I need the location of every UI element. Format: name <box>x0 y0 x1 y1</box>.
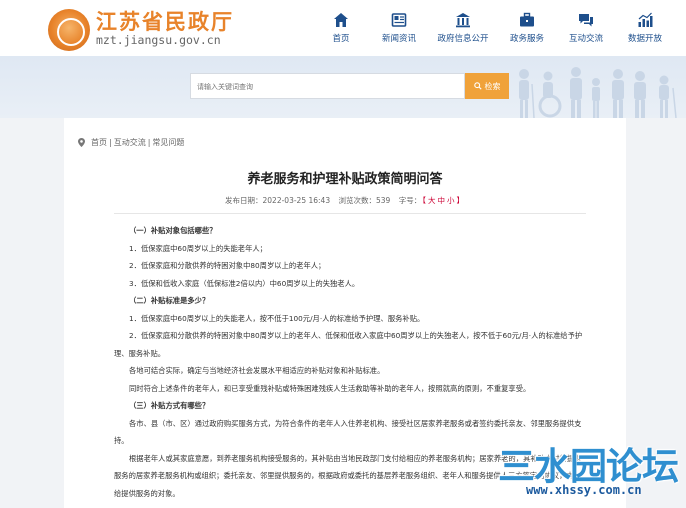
title-divider <box>114 213 586 214</box>
font-size-large[interactable]: 大 <box>428 196 436 205</box>
article-section-heading: （一）补贴对象包括哪些？ <box>129 226 217 235</box>
font-size-bracket-open: 【 <box>422 196 426 205</box>
watermark-text: 三水园论坛 <box>498 445 679 488</box>
font-size-options: 【大中小】 <box>421 196 465 205</box>
breadcrumb-faq[interactable]: 常见问题 <box>152 137 184 148</box>
bar-chart-icon <box>638 12 653 27</box>
nav-item-gov-service[interactable]: 政务服务 <box>504 12 550 44</box>
article-paragraph: 1．低保家庭中60周岁以上的失能老年人； <box>129 243 267 253</box>
article-section-heading: （二）补贴标准是多少？ <box>129 296 210 305</box>
site-domain: mzt.jiangsu.gov.cn <box>96 33 221 47</box>
nav-item-home[interactable]: 首页 <box>318 12 364 44</box>
main-nav: 首页 新闻资讯 政府信息公开 政务服务 互动交流 数据开放 <box>318 12 668 44</box>
font-size-medium[interactable]: 中 <box>437 196 445 205</box>
publish-date-value: 2022-03-25 16:43 <box>262 196 331 205</box>
breadcrumb-interaction[interactable]: 互动交流 <box>114 137 146 148</box>
search-box <box>190 73 465 99</box>
nav-label: 数据开放 <box>627 34 662 44</box>
font-size-bracket-close: 】 <box>456 196 464 205</box>
font-size-label: 字号： <box>398 196 422 205</box>
font-size-control: 字号：【大中小】 <box>399 196 465 205</box>
article-paragraph: 1．低保家庭中60周岁以上的失能老人，按不低于100元/月·人的标准给予护理、服… <box>129 313 425 323</box>
search-button[interactable]: 检索 <box>465 73 509 99</box>
article-title: 养老服务和护理补贴政策简明问答 <box>247 172 443 187</box>
news-icon <box>391 13 407 27</box>
location-pin-icon <box>78 138 85 147</box>
nav-label: 政府信息公开 <box>437 34 489 44</box>
nav-label: 政务服务 <box>509 34 544 44</box>
article-meta: 发布日期：2022-03-25 16:43 浏览次数：539 字号：【大中小】 <box>64 195 626 206</box>
nav-label: 首页 <box>332 34 350 44</box>
search-icon <box>473 82 482 90</box>
nav-item-gov-info[interactable]: 政府信息公开 <box>434 12 492 44</box>
view-count-value: 539 <box>376 196 391 205</box>
article-paragraph: 3．低保和低收入家庭（低保标准2倍以内）中60周岁以上的失独老人。 <box>129 278 360 288</box>
nav-label: 互动交流 <box>568 34 603 44</box>
site-title[interactable]: 江苏省民政厅 <box>96 6 234 36</box>
watermark-url: www.xhssy.com.cn <box>526 483 642 497</box>
breadcrumb-separator: | <box>147 138 151 147</box>
search-button-label: 检索 <box>484 81 501 91</box>
chat-icon <box>579 14 593 27</box>
nav-item-news[interactable]: 新闻资讯 <box>376 12 422 44</box>
article-paragraph: 同时符合上述条件的老年人，和已享受重残补贴或特殊困难残疾人生活救助等补助的老年人… <box>129 383 531 393</box>
font-size-small[interactable]: 小 <box>447 196 455 205</box>
breadcrumb-home[interactable]: 首页 <box>91 137 107 148</box>
breadcrumb-separator: | <box>109 138 112 147</box>
article-paragraph: 各地可结合实际，确定与当地经济社会发展水平相适应的补贴对象和补贴标准。 <box>129 366 385 375</box>
nav-label: 新闻资讯 <box>381 34 416 44</box>
article-section-heading: （三）补贴方式有哪些？ <box>129 401 210 410</box>
site-logo[interactable] <box>48 9 90 51</box>
nav-item-interaction[interactable]: 互动交流 <box>562 12 610 44</box>
article-paragraph: 2．低保家庭和分散供养的特困对象中80周岁以上的老年人、低保和低收入家庭中60周… <box>114 331 583 358</box>
publish-date: 发布日期：2022-03-25 16:43 <box>225 196 332 205</box>
briefcase-icon <box>520 12 534 27</box>
home-icon <box>334 13 348 27</box>
search-banner: 检索 <box>0 56 686 118</box>
search-input[interactable] <box>191 75 464 99</box>
building-icon <box>456 13 470 28</box>
article-paragraph: 2．低保家庭和分散供养的特困对象中80周岁以上的老年人； <box>129 261 326 270</box>
view-count-label: 浏览次数： <box>338 196 377 205</box>
forum-watermark: 三水园论坛 www.xhssy.com.cn <box>498 436 686 508</box>
elderly-family-illustration <box>519 67 677 118</box>
view-count: 浏览次数：539 <box>339 196 393 205</box>
nav-item-data[interactable]: 数据开放 <box>622 12 668 44</box>
publish-date-label: 发布日期： <box>225 196 263 205</box>
breadcrumb: 首页 | 互动交流 | 常见问题 <box>78 137 184 148</box>
site-header: 江苏省民政厅 mzt.jiangsu.gov.cn 首页 新闻资讯 政府信息公开… <box>0 0 686 56</box>
